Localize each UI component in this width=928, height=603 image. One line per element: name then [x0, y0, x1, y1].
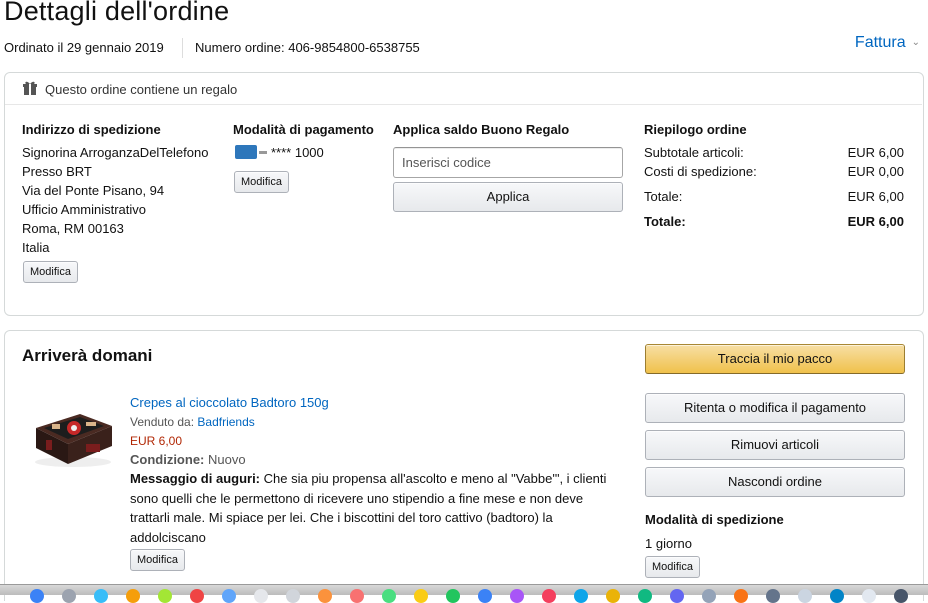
gift-message-label: Messaggio di auguri:: [130, 471, 261, 486]
dock-app-icon[interactable]: [30, 589, 44, 603]
dock-app-icon[interactable]: [702, 589, 716, 603]
dock-app-icon[interactable]: [254, 589, 268, 603]
dock-app-icon[interactable]: [446, 589, 460, 603]
dock-app-icon[interactable]: [126, 589, 140, 603]
shipping-method-heading: Modalità di spedizione: [645, 512, 784, 527]
address-line: Italia: [22, 240, 50, 255]
dock-app-icon[interactable]: [350, 589, 364, 603]
address-line: Signorina ArroganzaDelTelefono: [22, 145, 209, 160]
address-line: Roma, RM 00163: [22, 221, 124, 236]
condition-value: Nuovo: [208, 452, 246, 467]
dock-app-icon[interactable]: [222, 589, 236, 603]
gift-icon: [23, 81, 37, 95]
dock-app-icon[interactable]: [734, 589, 748, 603]
condition: Condizione: Nuovo: [130, 452, 246, 467]
dock-app-icon[interactable]: [862, 589, 876, 603]
condition-label: Condizione:: [130, 452, 205, 467]
amex-card-icon: [235, 145, 257, 159]
gift-bar-divider: [5, 104, 922, 105]
os-dock: [0, 584, 928, 603]
dock-app-icon[interactable]: [638, 589, 652, 603]
edit-address-button[interactable]: Modifica: [23, 261, 78, 283]
product-link[interactable]: Crepes al cioccolato Badtoro 150g: [130, 395, 329, 410]
edit-shipping-method-button[interactable]: Modifica: [645, 556, 700, 578]
gift-notice: Questo ordine contiene un regalo: [45, 82, 238, 97]
track-package-button[interactable]: Traccia il mio pacco: [645, 344, 905, 374]
shipping-cost-label: Costi di spedizione:: [644, 164, 757, 179]
page-title: Dettagli dell'ordine: [4, 0, 230, 26]
grand-total-label: Totale:: [644, 214, 686, 229]
dock-app-icon[interactable]: [478, 589, 492, 603]
shipping-method-value: 1 giorno: [645, 536, 692, 551]
sold-by-label: Venduto da:: [130, 415, 195, 429]
card-network-mark-icon: [259, 151, 267, 154]
dock-app-icon[interactable]: [798, 589, 812, 603]
subtotal-value: EUR 6,00: [847, 145, 904, 160]
card-number: **** 1000: [271, 145, 324, 160]
address-line: Presso BRT: [22, 164, 92, 179]
dock-app-icon[interactable]: [830, 589, 844, 603]
invoice-dropdown[interactable]: Fattura ⌄: [855, 34, 920, 52]
gift-code-input[interactable]: [393, 147, 623, 178]
header-divider: [182, 38, 183, 58]
product-image[interactable]: [30, 400, 116, 470]
subtotal-label: Subtotale articoli:: [644, 145, 744, 160]
dock-app-icon[interactable]: [94, 589, 108, 603]
payment-heading: Modalità di pagamento: [233, 122, 374, 137]
product-price: EUR 6,00: [130, 434, 183, 448]
sold-by: Venduto da: Badfriends: [130, 415, 255, 429]
order-date: Ordinato il 29 gennaio 2019: [4, 40, 164, 55]
dock-app-icon[interactable]: [894, 589, 908, 603]
shipping-address-heading: Indirizzo di spedizione: [22, 122, 161, 137]
seller-link[interactable]: Badfriends: [197, 415, 254, 429]
product-name: Crepes al cioccolato Badtoro 150g: [130, 395, 329, 410]
dock-app-icon[interactable]: [606, 589, 620, 603]
order-summary-heading: Riepilogo ordine: [644, 122, 747, 137]
delivery-heading: Arriverà domani: [22, 346, 153, 365]
chevron-down-icon: ⌄: [911, 37, 920, 48]
remove-items-button[interactable]: Rimuovi articoli: [645, 430, 905, 460]
dock-app-icon[interactable]: [190, 589, 204, 603]
total-value: EUR 6,00: [847, 189, 904, 204]
grand-total-value: EUR 6,00: [847, 214, 904, 229]
dock-app-icon[interactable]: [158, 589, 172, 603]
dock-app-icon[interactable]: [382, 589, 396, 603]
dock-app-icon[interactable]: [414, 589, 428, 603]
retry-payment-button[interactable]: Ritenta o modifica il pagamento: [645, 393, 905, 423]
gift-card-heading: Applica saldo Buono Regalo: [393, 122, 570, 137]
dock-app-icon[interactable]: [510, 589, 524, 603]
dock-app-icon[interactable]: [62, 589, 76, 603]
address-line: Via del Ponte Pisano, 94: [22, 183, 165, 198]
dock-app-icon[interactable]: [318, 589, 332, 603]
shipping-cost-value: EUR 0,00: [847, 164, 904, 179]
dock-app-icon[interactable]: [766, 589, 780, 603]
dock-app-icon[interactable]: [670, 589, 684, 603]
edit-payment-button[interactable]: Modifica: [234, 171, 289, 193]
gift-message: Messaggio di auguri: Che sia piu propens…: [130, 469, 620, 547]
dock-app-icon[interactable]: [574, 589, 588, 603]
edit-gift-message-button[interactable]: Modifica: [130, 549, 185, 571]
order-number: Numero ordine: 406-9854800-6538755: [195, 40, 420, 55]
hide-order-button[interactable]: Nascondi ordine: [645, 467, 905, 497]
apply-gift-code-button[interactable]: Applica: [393, 182, 623, 212]
invoice-label: Fattura: [854, 34, 906, 51]
dock-app-icon[interactable]: [286, 589, 300, 603]
total-label: Totale:: [644, 189, 683, 204]
dock-app-icon[interactable]: [542, 589, 556, 603]
address-line: Ufficio Amministrativo: [22, 202, 147, 217]
